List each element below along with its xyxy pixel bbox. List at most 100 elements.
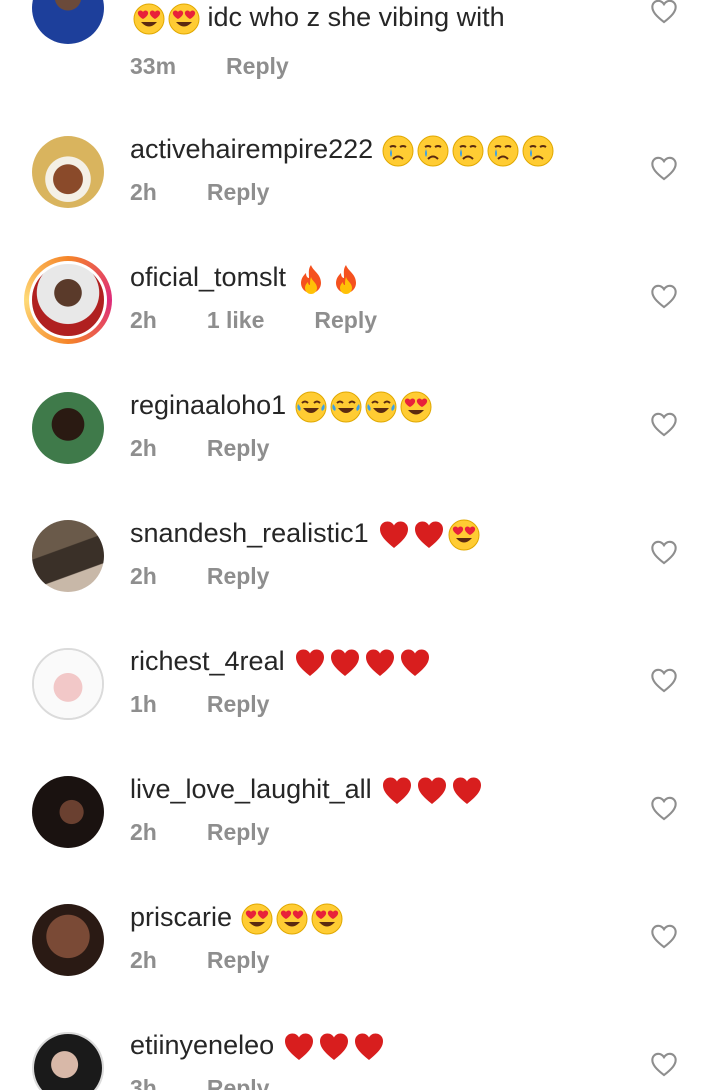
reply-button[interactable]: Reply — [207, 1075, 270, 1090]
avatar[interactable] — [32, 776, 104, 848]
emoji-row — [292, 262, 362, 294]
comment-time: 2h — [130, 819, 157, 845]
fire-emoji-icon — [301, 264, 322, 294]
comment-time: 1h — [130, 691, 157, 717]
avatar[interactable] — [32, 0, 104, 44]
red-heart-emoji-icon — [320, 1033, 349, 1060]
comment-time: 2h — [130, 435, 157, 461]
red-heart-emoji-icon — [379, 521, 408, 548]
emoji-row — [238, 902, 343, 935]
avatar-story-ring[interactable] — [24, 256, 112, 344]
heart-eyes-emoji-icon — [400, 391, 432, 423]
comment-text: live_love_laughit_all — [130, 772, 483, 807]
cry-emoji-icon — [452, 135, 484, 167]
heart-outline-icon[interactable] — [650, 667, 678, 693]
comment-text: priscarie — [130, 900, 343, 935]
comment-meta: 1h Reply — [130, 691, 319, 718]
like-count[interactable]: 1 like — [207, 307, 265, 333]
comment-text: oficial_tomslt — [130, 260, 362, 295]
comment-username[interactable]: snandesh_realistic1 — [130, 518, 369, 548]
laugh-emoji-icon — [295, 391, 327, 423]
cry-emoji-icon — [522, 135, 554, 167]
comment-username[interactable]: richest_4real — [130, 646, 285, 676]
comment-item: richest_4real 1h Reply — [0, 616, 720, 744]
heart-outline-icon[interactable] — [650, 795, 678, 821]
heart-outline-icon[interactable] — [650, 539, 678, 565]
heart-eyes-emoji-icon — [133, 3, 165, 35]
comment-meta: 2h Reply — [130, 947, 319, 974]
avatar — [29, 261, 107, 339]
red-heart-emoji-icon — [365, 649, 394, 676]
red-heart-emoji-icon — [400, 649, 429, 676]
comment-time: 2h — [130, 307, 157, 333]
red-heart-emoji-icon — [285, 1033, 314, 1060]
comment-time: 2h — [130, 179, 157, 205]
avatar[interactable] — [32, 136, 104, 208]
comment-meta: 2h Reply — [130, 179, 319, 206]
avatar[interactable] — [32, 648, 104, 720]
emoji-row — [379, 134, 554, 167]
reply-button[interactable]: Reply — [314, 307, 377, 333]
laugh-emoji-icon — [365, 391, 397, 423]
comment-username[interactable]: etiinyeneleo — [130, 1030, 274, 1060]
comment-username[interactable]: live_love_laughit_all — [130, 774, 372, 804]
comment-text: reginaaloho1 — [130, 388, 432, 423]
red-heart-emoji-icon — [382, 777, 411, 804]
comment-time: 33m — [130, 53, 177, 79]
reply-button[interactable]: Reply — [226, 53, 289, 79]
comment-item: idc who z she vibing with 33m Reply — [0, 0, 720, 88]
comment-item: snandesh_realistic1 2h Reply — [0, 488, 720, 616]
comment-time: 2h — [130, 947, 157, 973]
avatar[interactable] — [32, 1032, 104, 1090]
heart-eyes-emoji-icon — [311, 903, 343, 935]
heart-eyes-emoji-icon — [241, 903, 273, 935]
comment-username[interactable]: activehairempire222 — [130, 134, 373, 164]
heart-outline-icon[interactable] — [650, 0, 678, 24]
comment-time: 2h — [130, 563, 157, 589]
fire-emoji-icon — [336, 264, 357, 294]
comment-item: priscarie 2h Reply — [0, 872, 720, 1000]
comment-meta: 2h Reply — [130, 819, 319, 846]
heart-outline-icon[interactable] — [650, 923, 678, 949]
reply-button[interactable]: Reply — [207, 563, 270, 589]
reply-button[interactable]: Reply — [207, 179, 270, 205]
emoji-row — [378, 774, 483, 804]
red-heart-emoji-icon — [417, 777, 446, 804]
comment-text: idc who z she vibing with — [130, 0, 505, 35]
comment-meta: 2h Reply — [130, 563, 319, 590]
heart-outline-icon[interactable] — [650, 283, 678, 309]
cry-emoji-icon — [382, 135, 414, 167]
cry-emoji-icon — [487, 135, 519, 167]
laugh-emoji-icon — [330, 391, 362, 423]
heart-eyes-emoji-icon — [448, 519, 480, 551]
heart-eyes-emoji-icon — [276, 903, 308, 935]
avatar[interactable] — [32, 392, 104, 464]
comment-meta: 2h 1 like Reply — [130, 307, 427, 334]
cry-emoji-icon — [417, 135, 449, 167]
reply-button[interactable]: Reply — [207, 819, 270, 845]
comment-text: etiinyeneleo — [130, 1028, 385, 1063]
emoji-row — [291, 646, 431, 676]
avatar[interactable] — [32, 520, 104, 592]
avatar[interactable] — [32, 904, 104, 976]
red-heart-emoji-icon — [452, 777, 481, 804]
comment-item: oficial_tomslt 2h 1 like Reply — [0, 232, 720, 360]
heart-outline-icon[interactable] — [650, 1051, 678, 1077]
comment-username[interactable]: reginaaloho1 — [130, 390, 286, 420]
comment-username[interactable]: priscarie — [130, 902, 232, 932]
comment-item: live_love_laughit_all 2h Reply — [0, 744, 720, 872]
comment-item: reginaaloho1 2h Reply — [0, 360, 720, 488]
emoji-row — [292, 390, 432, 423]
reply-button[interactable]: Reply — [207, 691, 270, 717]
comment-username[interactable]: oficial_tomslt — [130, 262, 286, 292]
emoji-row — [280, 1030, 385, 1060]
red-heart-emoji-icon — [414, 521, 443, 548]
red-heart-emoji-icon — [295, 649, 324, 676]
reply-button[interactable]: Reply — [207, 947, 270, 973]
heart-outline-icon[interactable] — [650, 411, 678, 437]
heart-outline-icon[interactable] — [650, 155, 678, 181]
comment-text: snandesh_realistic1 — [130, 516, 480, 551]
comment-text: richest_4real — [130, 644, 431, 679]
reply-button[interactable]: Reply — [207, 435, 270, 461]
comment-item: etiinyeneleo 3h Reply — [0, 1000, 720, 1090]
